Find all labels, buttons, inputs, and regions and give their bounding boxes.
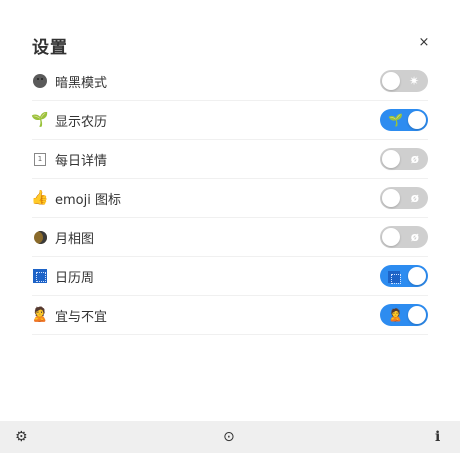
thumbs-up-icon: 👍 <box>31 190 49 206</box>
empty-set-icon: ø <box>410 191 419 205</box>
seedling-icon: 🌱 <box>31 112 49 128</box>
setting-label: 暗黑模式 <box>55 75 108 91</box>
setting-label: 月相图 <box>55 231 95 247</box>
daily-detail-toggle[interactable]: ø <box>380 148 428 170</box>
close-icon[interactable]: × <box>416 35 432 51</box>
toggle-knob <box>382 150 400 168</box>
moon-phase-icon <box>32 229 48 245</box>
history-icon[interactable]: ⊙ <box>223 421 235 453</box>
info-icon[interactable]: i <box>435 421 440 453</box>
setting-label: 宜与不宜 <box>55 309 108 325</box>
setting-label: emoji 图标 <box>55 192 121 208</box>
seedling-icon: 🌱 <box>388 113 403 127</box>
sun-icon: ✷ <box>408 74 419 88</box>
dark-mode-toggle[interactable]: ✷ <box>380 70 428 92</box>
yi-ji-toggle[interactable]: 🙎 <box>380 304 428 326</box>
footer-bar: ⚙ ⊙ i <box>0 421 460 453</box>
gear-icon[interactable]: ⚙ <box>15 421 28 453</box>
setting-label: 日历周 <box>55 270 95 286</box>
setting-label: 每日详情 <box>55 153 108 169</box>
calendar-one-icon: 1 <box>32 151 48 167</box>
settings-list: 暗黑模式 ✷ 🌱 显示农历 🌱 1 每日详情 ø 👍 emoji 图标 ø 月相… <box>31 62 428 335</box>
empty-set-icon: ø <box>410 152 419 166</box>
setting-row-moon-phase: 月相图 ø <box>32 218 428 257</box>
person-icon: 🙎 <box>388 308 403 322</box>
week-calendar-icon <box>388 265 401 287</box>
empty-set-icon: ø <box>410 230 419 244</box>
setting-row-emoji: 👍 emoji 图标 ø <box>31 179 428 218</box>
week-toggle[interactable] <box>380 265 428 287</box>
page-title: 设置 <box>32 38 68 58</box>
toggle-knob <box>382 189 400 207</box>
setting-row-daily-detail: 1 每日详情 ø <box>32 140 428 179</box>
neutral-face-icon <box>32 73 48 89</box>
moon-phase-toggle[interactable]: ø <box>380 226 428 248</box>
toggle-knob <box>408 111 426 129</box>
toggle-knob <box>382 228 400 246</box>
setting-label: 显示农历 <box>55 114 108 130</box>
lunar-toggle[interactable]: 🌱 <box>380 109 428 131</box>
setting-row-dark-mode: 暗黑模式 ✷ <box>32 62 428 101</box>
emoji-toggle[interactable]: ø <box>380 187 428 209</box>
toggle-knob <box>408 306 426 324</box>
setting-row-week: 日历周 <box>32 257 428 296</box>
week-calendar-icon <box>32 268 48 284</box>
toggle-knob <box>382 72 400 90</box>
person-icon: 🙎 <box>31 307 49 323</box>
setting-row-yi-ji: 🙎 宜与不宜 🙎 <box>31 296 428 335</box>
toggle-knob <box>408 267 426 285</box>
setting-row-lunar: 🌱 显示农历 🌱 <box>31 101 428 140</box>
